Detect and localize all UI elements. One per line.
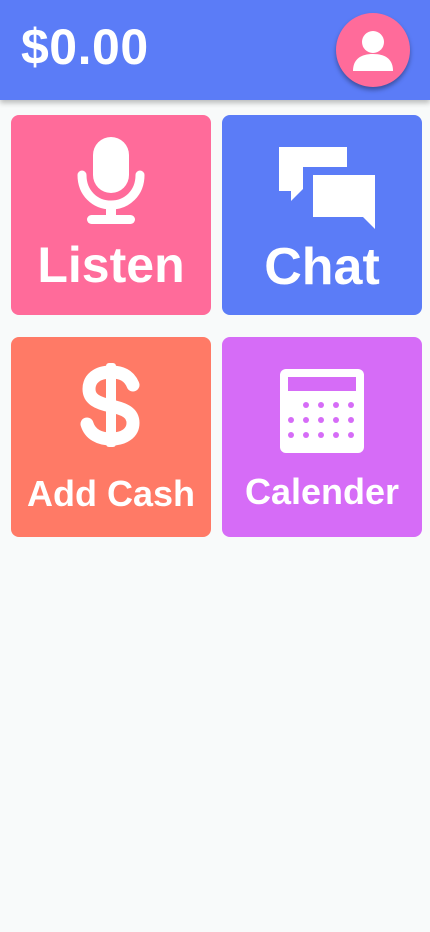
calendar-icon xyxy=(278,367,366,455)
chat-tile[interactable]: Chat xyxy=(222,115,422,315)
listen-label: Listen xyxy=(37,237,185,293)
chat-label: Chat xyxy=(264,238,380,296)
add-cash-label: Add Cash xyxy=(26,473,195,514)
calendar-label: Calender xyxy=(244,471,400,512)
dollar-icon xyxy=(77,361,145,449)
microphone-icon xyxy=(77,135,145,227)
app-header: $0.00 xyxy=(0,0,430,100)
chat-bubbles-icon xyxy=(277,145,377,231)
profile-avatar-button[interactable] xyxy=(336,13,410,87)
balance-amount: $0.00 xyxy=(21,19,149,75)
user-icon xyxy=(353,31,393,71)
listen-tile[interactable]: Listen xyxy=(11,115,211,315)
calendar-tile[interactable]: Calender xyxy=(222,337,422,537)
add-cash-tile[interactable]: Add Cash xyxy=(11,337,211,537)
